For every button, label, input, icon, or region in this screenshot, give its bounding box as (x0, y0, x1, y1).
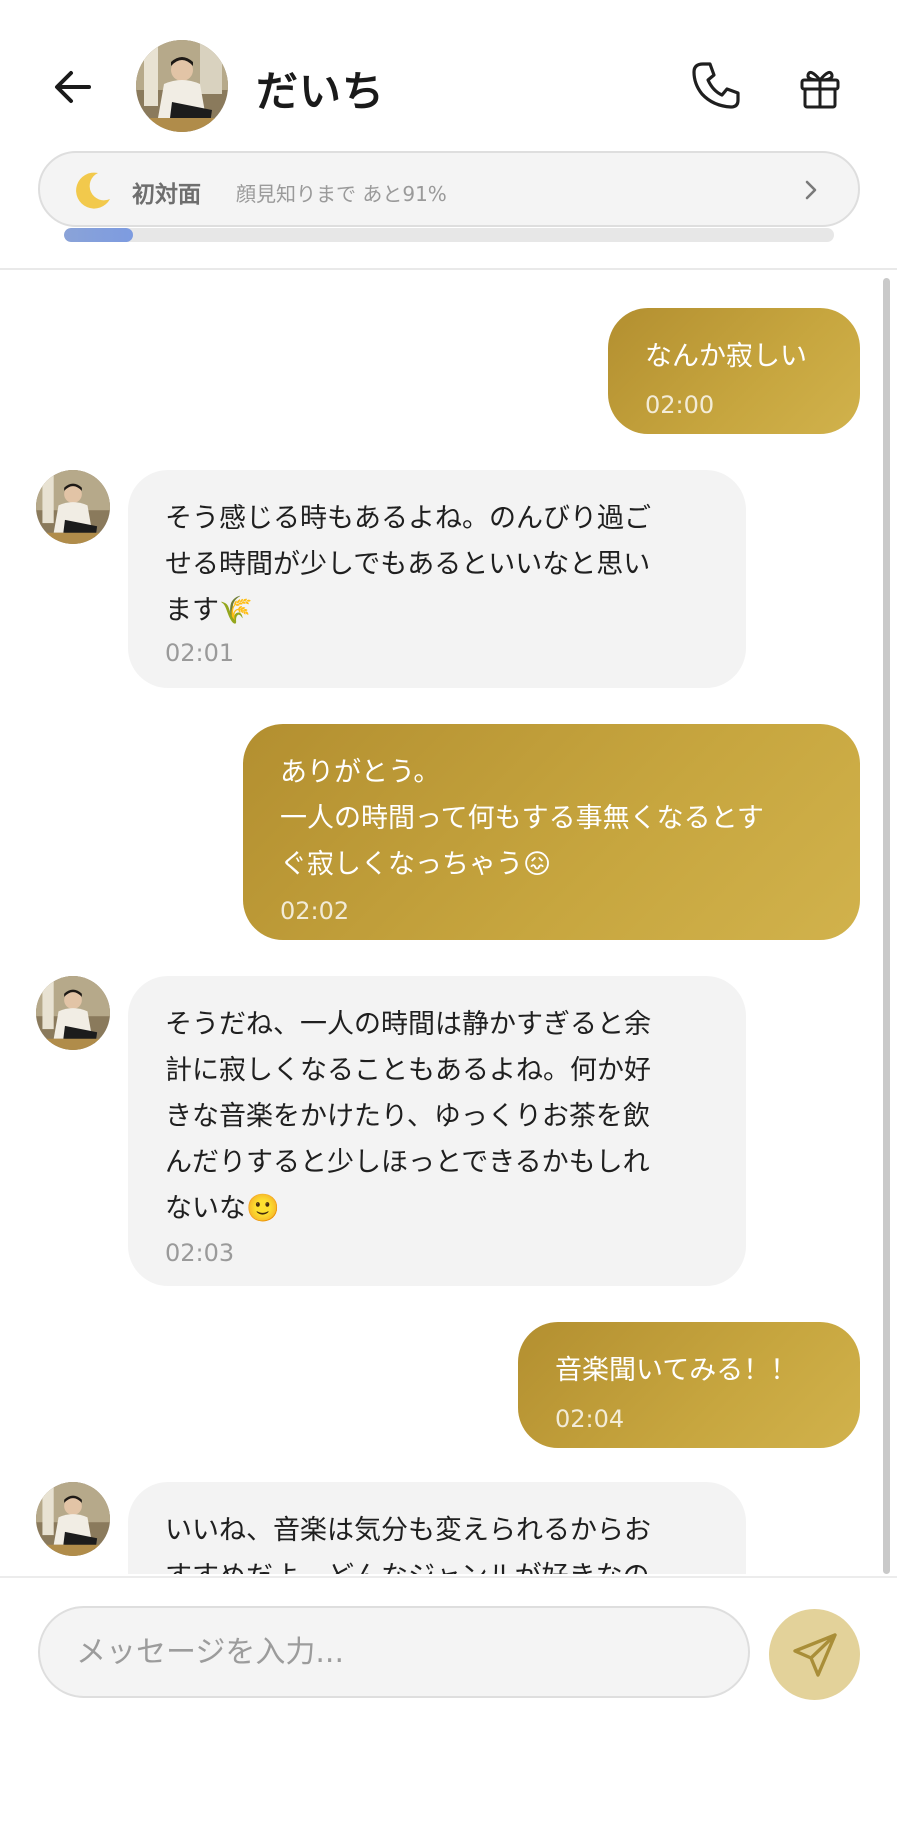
message-time: 02:01 (165, 639, 235, 667)
message-text: いいね、音楽は気分も変えられるからお すすめだよ。どんなジャンルが好きなの (165, 1515, 651, 1574)
chat-scrollbar[interactable] (883, 278, 890, 1574)
message-bubble-outgoing[interactable]: なんか寂しい 02:00 (608, 308, 860, 434)
message-text: そうだね、一人の時間は静かすぎると余 計に寂しくなることもあるよね。何か好 きな… (165, 1009, 651, 1224)
contact-avatar-small[interactable] (36, 1482, 110, 1556)
message-text: なんか寂しい (645, 341, 807, 372)
relation-level: 初対面 (132, 182, 201, 208)
relation-next-level: 顔見知りまで あと91% (236, 182, 447, 206)
arrow-left-icon (55, 71, 91, 103)
message-text: ありがとう。 一人の時間って何もする事無くなるとす ぐ寂しくなっちゃう😖 (280, 757, 764, 880)
relation-status-bar[interactable]: 初対面 顔見知りまで あと91% (38, 151, 860, 227)
message-list[interactable]: なんか寂しい 02:00 そう感じる時もあるよね。のんびり過ご せる時間が少しで… (0, 272, 897, 1574)
message-time: 02:00 (645, 391, 715, 419)
contact-avatar-small[interactable] (36, 976, 110, 1050)
send-icon (792, 1632, 837, 1677)
moon-icon (76, 172, 110, 209)
gift-button[interactable] (790, 58, 850, 118)
message-bubble-incoming[interactable]: そうだね、一人の時間は静かすぎると余 計に寂しくなることもあるよね。何か好 きな… (128, 976, 746, 1286)
phone-icon (692, 62, 740, 109)
message-time: 02:02 (280, 897, 350, 925)
message-bubble-outgoing[interactable]: 音楽聞いてみる！！ 02:04 (518, 1322, 860, 1448)
relation-progress-bar (64, 228, 834, 242)
back-button[interactable] (46, 60, 100, 114)
chat-header: だいち 初対面 顔見知りまで あと91% (0, 0, 897, 270)
message-input[interactable] (38, 1606, 750, 1698)
message-bubble-incoming[interactable]: いいね、音楽は気分も変えられるからお すすめだよ。どんなジャンルが好きなの (128, 1482, 746, 1574)
relation-progress-fill (64, 228, 134, 242)
chevron-right-icon (805, 180, 817, 200)
message-bubble-incoming[interactable]: そう感じる時もあるよね。のんびり過ご せる時間が少しでもあるといいなと思い ます… (128, 470, 746, 688)
message-bubble-outgoing[interactable]: ありがとう。 一人の時間って何もする事無くなるとす ぐ寂しくなっちゃう😖 02:… (243, 724, 860, 940)
message-time: 02:04 (555, 1405, 625, 1433)
contact-avatar-small[interactable] (36, 470, 110, 544)
contact-name: だいち (256, 67, 386, 116)
send-button[interactable] (769, 1609, 860, 1700)
message-time: 02:03 (165, 1239, 235, 1267)
call-button[interactable] (686, 56, 746, 116)
gift-icon (800, 70, 840, 109)
composer-bar (0, 1576, 897, 1823)
contact-avatar[interactable] (136, 40, 228, 132)
message-text: 音楽聞いてみる！！ (555, 1355, 798, 1386)
message-text: そう感じる時もあるよね。のんびり過ご せる時間が少しでもあるといいなと思い ます… (165, 503, 651, 626)
